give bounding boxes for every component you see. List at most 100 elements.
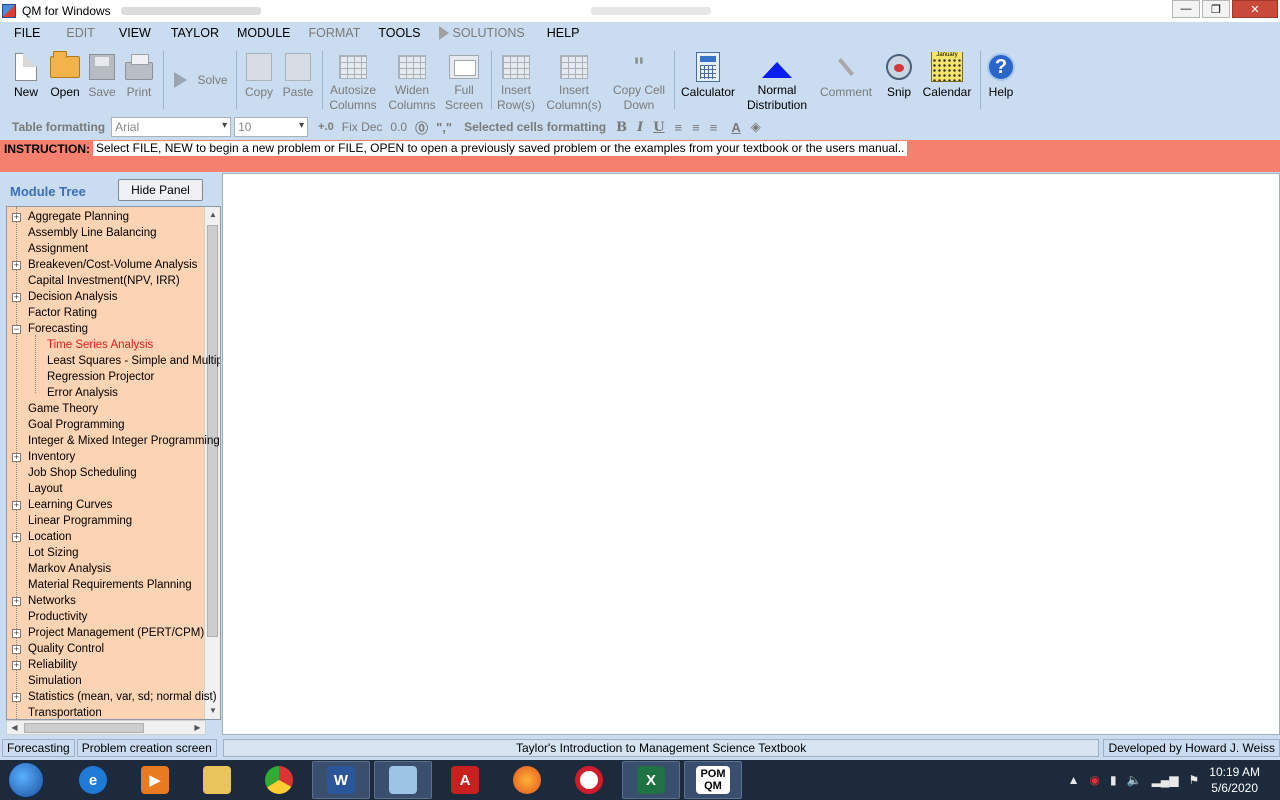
taskbar-firefox[interactable] bbox=[498, 761, 556, 799]
tree-item[interactable]: + Networks bbox=[7, 593, 205, 609]
align-center-icon[interactable]: ≡ bbox=[692, 120, 700, 135]
scroll-up-icon[interactable]: ▲ bbox=[205, 207, 220, 223]
align-left-icon[interactable]: ≡ bbox=[675, 120, 683, 135]
tree-item[interactable]: Factor Rating bbox=[7, 305, 205, 321]
italic-icon[interactable]: I bbox=[637, 120, 643, 135]
expand-icon[interactable]: + bbox=[12, 693, 21, 702]
tree-item[interactable]: + Location bbox=[7, 529, 205, 545]
zero-format-icon[interactable]: ⓪ bbox=[415, 118, 428, 137]
font-size-select[interactable]: 10 bbox=[234, 117, 309, 137]
tree-item[interactable]: Markov Analysis bbox=[7, 561, 205, 577]
expand-icon[interactable]: + bbox=[12, 501, 21, 510]
expand-icon[interactable]: + bbox=[12, 261, 21, 270]
snip-button[interactable]: Snip bbox=[880, 45, 918, 115]
print-button[interactable]: Print bbox=[120, 45, 158, 115]
taskbar-media[interactable]: ▶ bbox=[126, 761, 184, 799]
taskbar-excel[interactable]: X bbox=[622, 761, 680, 799]
expand-icon[interactable]: + bbox=[12, 629, 21, 638]
menu-taylor[interactable]: TAYLOR bbox=[171, 26, 219, 40]
scroll-thumb[interactable] bbox=[207, 225, 218, 637]
tree-item[interactable]: + Learning Curves bbox=[7, 497, 205, 513]
insert-rows-button[interactable]: Insert Row(s) bbox=[494, 45, 538, 115]
expand-icon[interactable]: + bbox=[12, 597, 21, 606]
volume-icon[interactable]: 🔈 bbox=[1127, 773, 1142, 787]
menu-tools[interactable]: TOOLS bbox=[378, 26, 420, 40]
start-button-icon[interactable] bbox=[8, 762, 44, 798]
tree-item[interactable]: Assignment bbox=[7, 241, 205, 257]
tree-item[interactable]: + Aggregate Planning bbox=[7, 209, 205, 225]
tree-item[interactable]: + Statistics (mean, var, sd; normal dist) bbox=[7, 689, 217, 705]
show-hidden-icons-icon[interactable]: ▲ bbox=[1068, 773, 1080, 787]
decimal-icon[interactable]: +.0 bbox=[318, 121, 334, 133]
taskbar-paint[interactable] bbox=[374, 761, 432, 799]
tree-item[interactable]: Integer & Mixed Integer Programming bbox=[7, 433, 220, 449]
clock[interactable]: 10:19 AM 5/6/2020 bbox=[1209, 764, 1260, 796]
tree-child-item[interactable]: Time Series Analysis bbox=[7, 337, 205, 353]
insert-columns-button[interactable]: Insert Column(s) bbox=[542, 45, 606, 115]
fix-dec-label[interactable]: Fix Dec bbox=[342, 120, 383, 134]
taskbar-chrome[interactable] bbox=[250, 761, 308, 799]
expand-icon[interactable]: + bbox=[12, 293, 21, 302]
tree-item[interactable]: + Project Management (PERT/CPM) bbox=[7, 625, 205, 641]
workspace-area[interactable] bbox=[222, 173, 1280, 735]
tree-item[interactable]: − Forecasting bbox=[7, 321, 205, 337]
comma-format-icon[interactable]: "," bbox=[436, 120, 452, 135]
solve-button[interactable]: Solve bbox=[170, 45, 232, 115]
tree-item[interactable]: Transportation bbox=[7, 705, 205, 719]
help-button[interactable]: ? Help bbox=[984, 45, 1018, 115]
menu-help[interactable]: HELP bbox=[547, 26, 580, 40]
taskbar-word[interactable]: W bbox=[312, 761, 370, 799]
tree-item[interactable]: + Decision Analysis bbox=[7, 289, 205, 305]
expand-icon[interactable]: + bbox=[12, 213, 21, 222]
tree-horizontal-scrollbar[interactable]: ◀ ▶ bbox=[6, 720, 206, 735]
open-button[interactable]: Open bbox=[46, 45, 84, 115]
tree-item[interactable]: Linear Programming bbox=[7, 513, 205, 529]
align-right-icon[interactable]: ≡ bbox=[710, 120, 718, 135]
tree-item[interactable]: Assembly Line Balancing bbox=[7, 225, 205, 241]
expand-icon[interactable]: + bbox=[12, 533, 21, 542]
expand-icon[interactable]: + bbox=[12, 645, 21, 654]
tree-item[interactable]: Productivity bbox=[7, 609, 205, 625]
tree-item[interactable]: Capital Investment(NPV, IRR) bbox=[7, 273, 205, 289]
tree-item[interactable]: + Reliability bbox=[7, 657, 205, 673]
close-icon[interactable]: ✕ bbox=[1232, 0, 1278, 18]
tree-item[interactable]: Game Theory bbox=[7, 401, 205, 417]
hide-panel-button[interactable]: Hide Panel bbox=[118, 179, 203, 201]
tree-child-item[interactable]: Least Squares - Simple and Multip bbox=[7, 353, 220, 369]
taskbar-explorer[interactable] bbox=[188, 761, 246, 799]
save-button[interactable]: Save bbox=[84, 45, 120, 115]
font-color-icon[interactable]: A bbox=[731, 120, 740, 135]
taskbar-acrobat[interactable]: A bbox=[436, 761, 494, 799]
paste-button[interactable]: Paste bbox=[278, 45, 318, 115]
menu-file[interactable]: FILE bbox=[14, 26, 40, 40]
network-icon[interactable]: ▂▄▆ bbox=[1152, 773, 1179, 787]
autosize-columns-button[interactable]: Autosize Columns bbox=[326, 45, 380, 115]
tree-item[interactable]: + Breakeven/Cost-Volume Analysis bbox=[7, 257, 205, 273]
tree-item[interactable]: Goal Programming bbox=[7, 417, 205, 433]
taskbar-opera[interactable] bbox=[560, 761, 618, 799]
battery-icon[interactable]: ▮ bbox=[1110, 773, 1117, 787]
fill-color-icon[interactable]: ◈ bbox=[751, 119, 761, 135]
font-select[interactable]: Arial bbox=[111, 117, 232, 137]
tree-child-item[interactable]: Error Analysis bbox=[7, 385, 205, 401]
collapse-icon[interactable]: − bbox=[12, 325, 21, 334]
copy-button[interactable]: Copy bbox=[240, 45, 278, 115]
comment-button[interactable]: Comment bbox=[816, 45, 876, 115]
decimal-value[interactable]: 0.0 bbox=[390, 120, 407, 134]
new-button[interactable]: New bbox=[6, 45, 46, 115]
scroll-thumb-horizontal[interactable] bbox=[24, 723, 144, 733]
calculator-button[interactable]: Calculator bbox=[678, 45, 738, 115]
scroll-right-icon[interactable]: ▶ bbox=[190, 721, 205, 734]
widen-columns-button[interactable]: Widen Columns bbox=[384, 45, 440, 115]
minimize-icon[interactable]: — bbox=[1172, 0, 1200, 18]
taskbar-ie[interactable]: e bbox=[64, 761, 122, 799]
tree-item[interactable]: Material Requirements Planning bbox=[7, 577, 205, 593]
menu-edit[interactable]: EDIT bbox=[66, 26, 94, 40]
menu-module[interactable]: MODULE bbox=[237, 26, 290, 40]
menu-format[interactable]: FORMAT bbox=[309, 26, 361, 40]
tree-vertical-scrollbar[interactable]: ▲ ▼ bbox=[204, 207, 220, 719]
calendar-button[interactable]: Calendar bbox=[920, 45, 974, 115]
tree-item[interactable]: Job Shop Scheduling bbox=[7, 465, 205, 481]
copy-cell-down-button[interactable]: " Copy Cell Down bbox=[608, 45, 670, 115]
tree-child-item[interactable]: Regression Projector bbox=[7, 369, 205, 385]
